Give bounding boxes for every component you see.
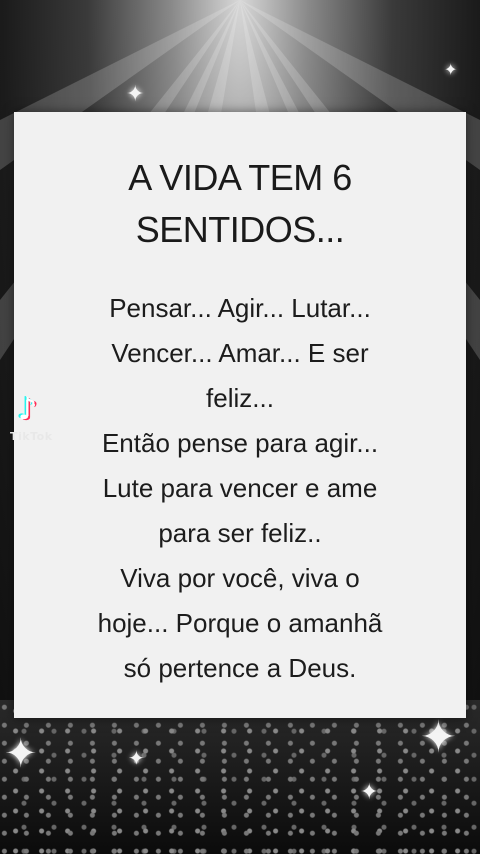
sparkle-icon: ✦: [4, 731, 38, 777]
sparkle-icon: ✦: [444, 60, 458, 79]
flower-meadow-background: [0, 700, 480, 854]
tiktok-brand-label: TikTok: [10, 430, 53, 443]
quote-title-line: SENTIDOS...: [135, 209, 345, 250]
sparkle-icon: ✦: [360, 780, 379, 805]
quote-body: Pensar... Agir... Lutar... Vencer... Ama…: [34, 286, 446, 691]
quote-line: para ser feliz..: [158, 518, 322, 548]
quote-line: Vencer... Amar... E ser: [111, 338, 369, 368]
quote-line: Viva por você, viva o: [120, 563, 360, 593]
quote-line: só pertence a Deus.: [123, 653, 357, 683]
quote-line: Pensar... Agir... Lutar...: [109, 293, 371, 323]
sparkle-icon: ✦: [126, 82, 145, 107]
quote-line: Então pense para agir...: [101, 428, 379, 458]
quote-line: Lute para vencer e ame: [102, 473, 378, 503]
quote-line: hoje... Porque o amanhã: [97, 608, 383, 638]
sparkle-icon: ✦: [128, 746, 145, 770]
quote-title: A VIDA TEM 6 SENTIDOS...: [14, 152, 466, 256]
quote-title-line: A VIDA TEM 6: [128, 157, 352, 198]
tiktok-note-icon: ♪: [18, 392, 38, 427]
tiktok-watermark: ♪ TikTok: [4, 392, 94, 462]
quote-line: feliz...: [206, 383, 274, 413]
video-frame[interactable]: ✦ ✦ ✦ ✦ ✦ ✦ A VIDA TEM 6 SENTIDOS... Pen…: [0, 0, 480, 854]
sparkle-icon: ✦: [420, 712, 457, 763]
